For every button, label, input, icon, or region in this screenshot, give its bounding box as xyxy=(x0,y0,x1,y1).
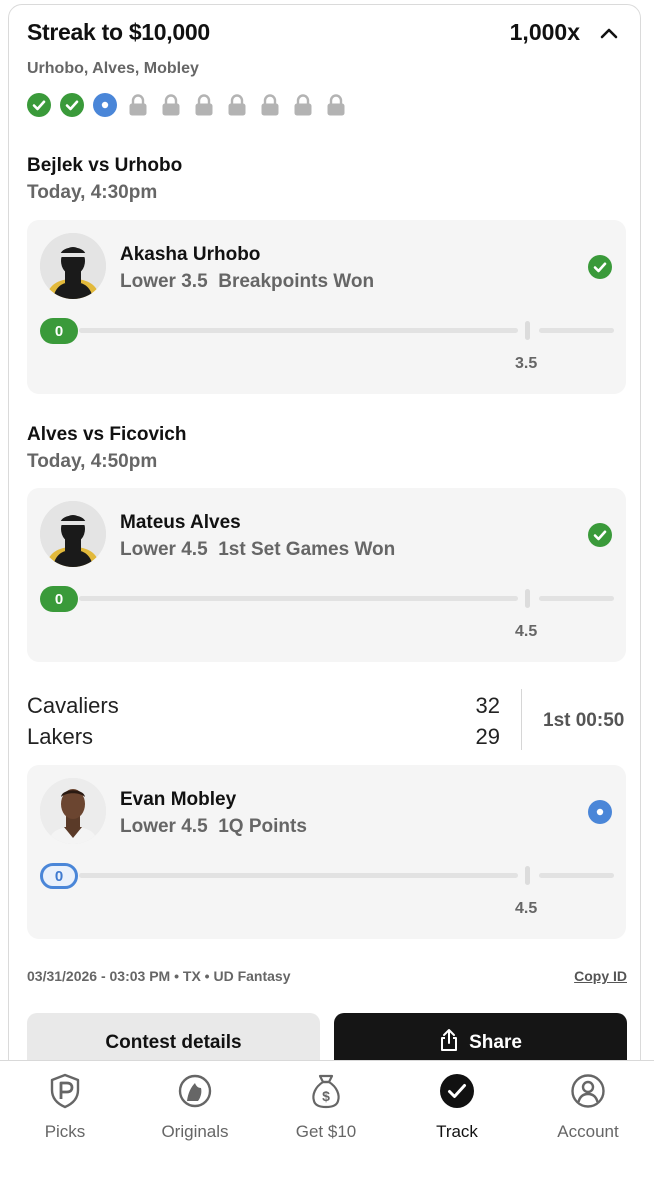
progress-track xyxy=(79,328,518,333)
player-avatar xyxy=(40,778,106,844)
streak-locked-icon xyxy=(291,93,315,117)
pick-line: Lower 3.5 Breakpoints Won xyxy=(120,271,375,292)
pick-card[interactable]: Evan Mobley Lower 4.5 1Q Points 0 4.5 xyxy=(27,765,626,939)
away-team-name: Lakers xyxy=(27,724,94,749)
nav-label: Picks xyxy=(44,1122,86,1141)
player-name: Akasha Urhobo xyxy=(120,244,261,265)
entry-metadata: 03/31/2026 - 03:03 PM • TX • UD Fantasy xyxy=(27,968,291,984)
threshold-marker xyxy=(525,321,530,340)
streak-live-icon xyxy=(93,93,117,117)
streak-locked-icon xyxy=(258,93,282,117)
nav-item-get-10[interactable]: $ Get $10 xyxy=(261,1061,391,1201)
pick-card[interactable]: Mateus Alves Lower 4.5 1st Set Games Won… xyxy=(27,488,626,662)
player-avatar xyxy=(40,233,106,299)
nav-label: Account xyxy=(557,1122,619,1141)
threshold-label: 4.5 xyxy=(515,900,538,917)
progress-track-end xyxy=(539,328,614,333)
nav-item-originals[interactable]: Originals xyxy=(130,1061,260,1201)
game-time: Today, 4:50pm xyxy=(27,451,158,472)
bottom-nav: Picks Originals $ Get $10 Track Account xyxy=(0,1060,654,1201)
game-time: Today, 4:30pm xyxy=(27,182,158,203)
share-label: Share xyxy=(469,1032,522,1053)
current-value-pill: 0 xyxy=(40,863,78,889)
contest-details-label: Contest details xyxy=(105,1032,242,1053)
pick-live-icon xyxy=(588,800,612,824)
threshold-label: 3.5 xyxy=(515,355,538,372)
originals-icon xyxy=(177,1073,213,1109)
streak-locked-icon xyxy=(324,93,348,117)
money-bag-icon: $ xyxy=(308,1073,344,1109)
current-value-pill: 0 xyxy=(40,586,78,612)
share-icon xyxy=(439,1028,459,1058)
streak-locked-icon xyxy=(126,93,150,117)
progress-track xyxy=(79,873,518,878)
account-icon xyxy=(570,1073,606,1109)
entry-players: Urhobo, Alves, Mobley xyxy=(27,60,199,77)
track-check-icon xyxy=(439,1073,475,1109)
player-avatar xyxy=(40,501,106,567)
svg-text:$: $ xyxy=(322,1088,330,1104)
nav-item-track[interactable]: Track xyxy=(392,1061,522,1201)
home-team-name: Cavaliers xyxy=(27,693,119,718)
picks-icon xyxy=(47,1073,83,1109)
nav-item-picks[interactable]: Picks xyxy=(0,1061,130,1201)
pick-card[interactable]: Akasha Urhobo Lower 3.5 Breakpoints Won … xyxy=(27,220,626,394)
pick-won-icon xyxy=(588,523,612,547)
progress-track-end xyxy=(539,873,614,878)
scoreboard-divider xyxy=(521,689,522,750)
threshold-label: 4.5 xyxy=(515,623,538,640)
progress-track xyxy=(79,596,518,601)
streak-locked-icon xyxy=(192,93,216,117)
game-title: Bejlek vs Urhobo xyxy=(27,155,183,176)
entry-title: Streak to $10,000 xyxy=(27,19,210,45)
payout-multiplier: 1,000x xyxy=(509,19,580,45)
nav-label: Originals xyxy=(161,1122,229,1141)
threshold-marker xyxy=(525,589,530,608)
away-team-score: 29 xyxy=(475,724,500,749)
pick-won-icon xyxy=(588,255,612,279)
pick-line: Lower 4.5 1st Set Games Won xyxy=(120,539,396,560)
game-title: Alves vs Ficovich xyxy=(27,424,187,445)
copy-id-link[interactable]: Copy ID xyxy=(574,968,627,984)
current-value-pill: 0 xyxy=(40,318,78,344)
streak-locked-icon xyxy=(225,93,249,117)
nav-label: Get $10 xyxy=(295,1122,357,1141)
nav-item-account[interactable]: Account xyxy=(523,1061,653,1201)
pick-line: Lower 4.5 1Q Points xyxy=(120,816,307,837)
threshold-marker xyxy=(525,866,530,885)
streak-locked-icon xyxy=(159,93,183,117)
player-name: Evan Mobley xyxy=(120,789,237,810)
streak-progress xyxy=(27,93,348,119)
player-name: Mateus Alves xyxy=(120,512,241,533)
streak-won-icon xyxy=(60,93,84,117)
nav-label: Track xyxy=(436,1122,478,1141)
collapse-chevron-icon[interactable] xyxy=(599,24,619,44)
progress-track-end xyxy=(539,596,614,601)
game-clock: 1st 00:50 xyxy=(543,710,625,731)
streak-won-icon xyxy=(27,93,51,117)
home-team-score: 32 xyxy=(475,693,500,718)
